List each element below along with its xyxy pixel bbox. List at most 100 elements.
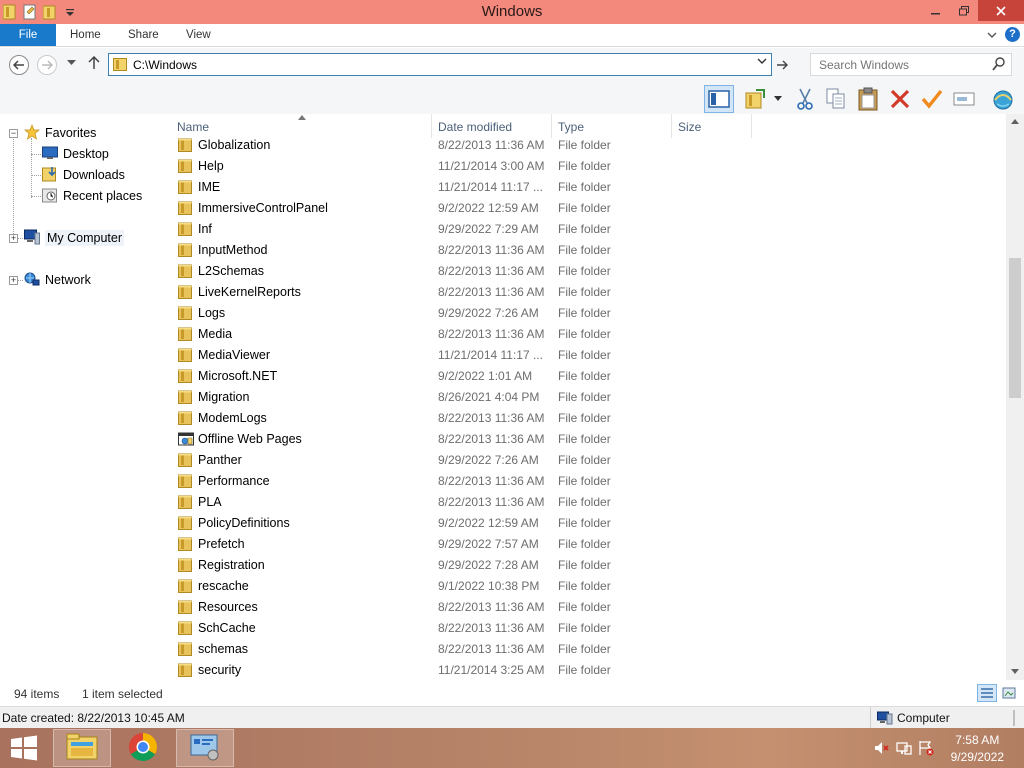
file-row[interactable]: PolicyDefinitions 9/2/2022 12:59 AM File f… <box>160 513 1006 534</box>
file-type: File folder <box>558 222 611 236</box>
tree-item-network[interactable]: Network <box>24 270 91 290</box>
preview-pane-button[interactable] <box>704 85 734 113</box>
file-row[interactable]: Media 8/22/2013 11:36 AM File folder <box>160 324 1006 345</box>
minimize-button[interactable] <box>922 0 950 21</box>
column-header-type[interactable]: Type <box>558 120 584 134</box>
paste-button[interactable] <box>853 85 883 113</box>
restore-button[interactable] <box>950 0 978 21</box>
file-type: File folder <box>558 411 611 425</box>
properties-check-button[interactable] <box>917 85 947 113</box>
column-header-date-modified[interactable]: Date modified <box>438 120 512 134</box>
back-button[interactable] <box>9 55 29 75</box>
tree-item-recent-places[interactable]: Recent places <box>42 186 142 206</box>
file-row[interactable]: ModemLogs 8/22/2013 11:36 AM File folder <box>160 408 1006 429</box>
taskbar-chrome[interactable] <box>114 729 172 767</box>
scroll-up-arrow[interactable] <box>1006 114 1024 130</box>
file-row[interactable]: Microsoft.NET 9/2/2022 1:01 AM File folder <box>160 366 1006 387</box>
tree-item-my-computer[interactable]: My Computer <box>24 228 125 248</box>
large-icons-view-button[interactable] <box>999 684 1019 702</box>
cut-button[interactable] <box>790 85 820 113</box>
address-dropdown-icon[interactable] <box>757 57 767 68</box>
move-dropdown-icon[interactable] <box>770 85 786 113</box>
tree-item-desktop[interactable]: Desktop <box>42 144 109 164</box>
computer-expand-toggle[interactable]: + <box>9 234 18 243</box>
file-row[interactable]: ImmersiveControlPanel 9/2/2022 12:59 AM Fi… <box>160 198 1006 219</box>
file-row[interactable]: Performance 8/22/2013 11:36 AM File folder <box>160 471 1006 492</box>
move-to-folder-button[interactable] <box>742 85 768 113</box>
rename-button[interactable] <box>949 85 979 113</box>
start-button[interactable] <box>8 734 40 762</box>
expand-ribbon-icon[interactable] <box>987 28 997 42</box>
tab-view[interactable]: View <box>186 24 211 46</box>
clock[interactable]: 7:58 AM 9/29/2022 <box>951 732 1004 766</box>
taskbar-file-explorer[interactable] <box>53 729 111 767</box>
file-date-modified: 8/22/2013 11:36 AM <box>438 243 545 257</box>
clock-date: 9/29/2022 <box>950 750 1004 764</box>
delete-button[interactable] <box>885 85 915 113</box>
file-row[interactable]: Panther 9/29/2022 7:26 AM File folder <box>160 450 1006 471</box>
system-tray <box>874 740 934 759</box>
file-type: File folder <box>558 306 611 320</box>
action-center-icon[interactable] <box>918 740 934 759</box>
column-header-size[interactable]: Size <box>678 120 701 134</box>
file-date-modified: 9/29/2022 7:26 AM <box>438 453 539 467</box>
file-row[interactable]: rescache 9/1/2022 10:38 PM File folder <box>160 576 1006 597</box>
search-icon[interactable] <box>992 57 1005 74</box>
folder-icon <box>178 180 194 194</box>
file-type: File folder <box>558 432 611 446</box>
taskbar-control-panel[interactable] <box>176 729 234 767</box>
internet-options-button[interactable] <box>988 85 1018 113</box>
file-row[interactable]: Inf 9/29/2022 7:29 AM File folder <box>160 219 1006 240</box>
file-row[interactable]: security 11/21/2014 3:25 AM File folder <box>160 660 1006 680</box>
file-row[interactable]: Prefetch 9/29/2022 7:57 AM File folder <box>160 534 1006 555</box>
network-tray-icon[interactable] <box>896 740 912 759</box>
network-expand-toggle[interactable]: + <box>9 276 18 285</box>
folder-icon <box>178 411 194 425</box>
resize-grip-icon[interactable] <box>1012 710 1020 729</box>
file-row[interactable]: LiveKernelReports 8/22/2013 11:36 AM File … <box>160 282 1006 303</box>
close-button[interactable] <box>978 0 1024 21</box>
offline-web-pages-icon <box>178 432 194 446</box>
file-type: File folder <box>558 159 611 173</box>
file-type: File folder <box>558 516 611 530</box>
help-icon[interactable]: ? <box>1005 27 1020 42</box>
tab-share[interactable]: Share <box>128 24 159 46</box>
file-row[interactable]: Registration 9/29/2022 7:28 AM File folder <box>160 555 1006 576</box>
file-name: Microsoft.NET <box>198 369 278 383</box>
file-row[interactable]: IME 11/21/2014 11:17 ... File folder <box>160 177 1006 198</box>
tree-item-downloads[interactable]: Downloads <box>42 165 125 185</box>
file-row[interactable]: Help 11/21/2014 3:00 AM File folder <box>160 156 1006 177</box>
file-row[interactable]: Resources 8/22/2013 11:36 AM File folder <box>160 597 1006 618</box>
file-row[interactable]: Logs 9/29/2022 7:26 AM File folder <box>160 303 1006 324</box>
file-row[interactable]: PLA 8/22/2013 11:36 AM File folder <box>160 492 1006 513</box>
file-name: ModemLogs <box>198 411 267 425</box>
volume-muted-icon[interactable] <box>874 740 890 759</box>
file-row[interactable]: SchCache 8/22/2013 11:36 AM File folder <box>160 618 1006 639</box>
details-view-button[interactable] <box>977 684 997 702</box>
file-row[interactable]: Offline Web Pages 8/22/2013 11:36 AM File … <box>160 429 1006 450</box>
folder-icon <box>113 57 129 74</box>
address-bar[interactable]: C:\Windows <box>108 53 772 76</box>
file-row[interactable]: InputMethod 8/22/2013 11:36 AM File folder <box>160 240 1006 261</box>
favorites-collapse-toggle[interactable]: − <box>9 129 18 138</box>
tab-file[interactable]: File <box>0 24 56 46</box>
file-row[interactable]: Globalization 8/22/2013 11:36 AM File fold… <box>160 135 1006 156</box>
scroll-down-arrow[interactable] <box>1006 664 1024 680</box>
copy-button[interactable] <box>821 85 851 113</box>
file-date-modified: 11/21/2014 3:25 AM <box>438 663 545 677</box>
forward-button[interactable] <box>37 55 57 75</box>
scroll-thumb[interactable] <box>1009 258 1021 398</box>
tab-home[interactable]: Home <box>70 24 101 46</box>
search-input[interactable] <box>811 54 981 75</box>
file-row[interactable]: MediaViewer 11/21/2014 11:17 ... File fold… <box>160 345 1006 366</box>
up-button[interactable] <box>88 55 100 73</box>
file-row[interactable]: L2Schemas 8/22/2013 11:36 AM File folder <box>160 261 1006 282</box>
file-row[interactable]: schemas 8/22/2013 11:36 AM File folder <box>160 639 1006 660</box>
column-header-name[interactable]: Name <box>177 120 209 134</box>
recent-locations-icon[interactable] <box>67 58 76 69</box>
file-row[interactable]: Migration 8/26/2021 4:04 PM File folder <box>160 387 1006 408</box>
tree-item-favorites[interactable]: Favorites <box>24 123 96 143</box>
search-box[interactable] <box>810 53 1012 76</box>
go-arrow-icon[interactable] <box>776 57 789 73</box>
vertical-scrollbar[interactable] <box>1006 114 1024 680</box>
